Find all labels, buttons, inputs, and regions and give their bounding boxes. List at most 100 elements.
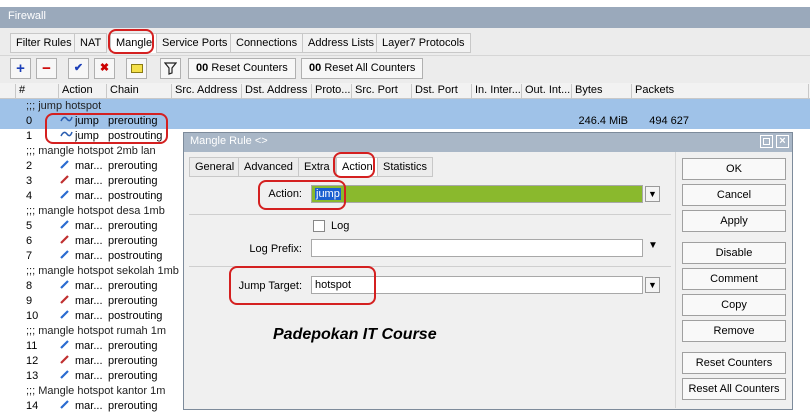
close-icon[interactable]: × [776, 135, 789, 148]
comment-text: ;;; Mangle hotspot kantor 1m [26, 385, 166, 397]
rule-number: 8 [26, 280, 33, 292]
disable-x-icon[interactable]: ✖ [94, 58, 115, 79]
highlight-jump-rows [45, 113, 168, 144]
mark-icon [60, 174, 74, 189]
column-header-dst-address[interactable]: Dst. Address [241, 84, 311, 98]
rule-chain: prerouting [108, 370, 158, 382]
add-icon[interactable]: + [10, 58, 31, 79]
rule-action: mar... [75, 220, 103, 232]
jump-target-dropdown-icon[interactable]: ▼ [645, 277, 660, 293]
rule-number: 11 [26, 340, 38, 352]
dialog-tab-general[interactable]: General [189, 157, 241, 177]
rule-action: mar... [75, 400, 103, 412]
mark-icon [60, 339, 74, 354]
disable-button[interactable]: Disable [682, 242, 786, 264]
rule-chain: postrouting [108, 310, 163, 322]
comment-note-icon[interactable] [126, 58, 147, 79]
rule-chain: prerouting [108, 220, 158, 232]
comment-text: ;;; mangle hotspot rumah 1m [26, 325, 167, 337]
tab-connections[interactable]: Connections [230, 33, 304, 53]
rule-number: 6 [26, 235, 33, 247]
tab-service-ports[interactable]: Service Ports [156, 33, 234, 53]
rule-chain: postrouting [108, 250, 163, 262]
comment-text: ;;; mangle hotspot desa 1mb [26, 205, 165, 217]
column-header-packets[interactable]: Packets [631, 84, 809, 98]
window-title: Firewall [0, 7, 810, 28]
counter-icon: 00 [309, 62, 322, 74]
rule-chain: prerouting [108, 280, 158, 292]
dialog-tab-advanced[interactable]: Advanced [238, 157, 299, 177]
rule-number: 14 [26, 400, 39, 412]
column-header-num[interactable]: # [15, 84, 58, 98]
copy-button[interactable]: Copy [682, 294, 786, 316]
highlight-mangle-tab [108, 29, 154, 54]
rule-action: mar... [75, 310, 103, 322]
dialog-tab-statistics[interactable]: Statistics [377, 157, 434, 177]
action-select[interactable]: jump [311, 185, 643, 203]
enable-check-icon[interactable]: ✔ [68, 58, 89, 79]
rule-action: mar... [75, 340, 103, 352]
tab-layer7-protocols[interactable]: Layer7 Protocols [376, 33, 471, 53]
reset-counters-dialog-button[interactable]: Reset Counters [682, 352, 786, 374]
mark-icon [60, 399, 74, 414]
tab-address-lists[interactable]: Address Lists [302, 33, 381, 53]
column-header-src-address[interactable]: Src. Address [171, 84, 241, 98]
separator [189, 214, 671, 215]
mark-icon [60, 354, 74, 369]
column-header-out-interface[interactable]: Out. Int... [521, 84, 571, 98]
rule-number: 13 [26, 370, 39, 382]
mark-icon [60, 249, 74, 264]
mark-icon [60, 369, 74, 384]
rule-chain: prerouting [108, 160, 158, 172]
apply-button[interactable]: Apply [682, 210, 786, 232]
mark-icon [60, 189, 74, 204]
rule-action: mar... [75, 355, 103, 367]
column-header-protocol[interactable]: Proto... [311, 84, 351, 98]
rule-action: mar... [75, 295, 103, 307]
highlight-action-tab [333, 152, 375, 178]
log-prefix-input[interactable] [311, 239, 643, 257]
rule-number: 0 [26, 115, 33, 127]
rule-action: mar... [75, 190, 103, 202]
column-header-bytes[interactable]: Bytes [571, 84, 631, 98]
rule-chain: prerouting [108, 400, 158, 412]
tab-filter-rules[interactable]: Filter Rules [10, 33, 78, 53]
tab-nat[interactable]: NAT [74, 33, 108, 53]
mark-icon [60, 159, 74, 174]
rule-chain: prerouting [108, 355, 158, 367]
column-header-dst-port[interactable]: Dst. Port [411, 84, 471, 98]
action-dropdown-icon[interactable]: ▼ [645, 186, 660, 202]
column-header-chain[interactable]: Chain [106, 84, 171, 98]
rule-number: 7 [26, 250, 33, 262]
rule-number: 4 [26, 190, 33, 202]
filter-funnel-icon[interactable] [160, 58, 181, 79]
column-header-in-interface[interactable]: In. Inter... [471, 84, 521, 98]
comment-row[interactable]: ;;; jump hotspot [0, 99, 810, 114]
rule-number: 10 [26, 310, 39, 322]
rule-number: 12 [26, 355, 39, 367]
column-header-action[interactable]: Action [58, 84, 106, 98]
comment-text: ;;; jump hotspot [26, 100, 102, 112]
cancel-button[interactable]: Cancel [682, 184, 786, 206]
rule-number: 5 [26, 220, 33, 232]
reset-all-counters-button[interactable]: 00 Reset All Counters [301, 58, 424, 79]
ok-button[interactable]: OK [682, 158, 786, 180]
rule-chain: prerouting [108, 175, 158, 187]
rule-number: 9 [26, 295, 33, 307]
rule-number: 3 [26, 175, 33, 187]
dialog-tab-extra[interactable]: Extra [298, 157, 336, 177]
dialog-title: Mangle Rule <> [184, 133, 792, 152]
comment-button[interactable]: Comment [682, 268, 786, 290]
reset-all-counters-dialog-button[interactable]: Reset All Counters [682, 378, 786, 400]
mark-icon [60, 234, 74, 249]
remove-button[interactable]: Remove [682, 320, 786, 342]
log-label: Log [331, 220, 350, 232]
column-header-src-port[interactable]: Src. Port [351, 84, 411, 98]
reset-counters-button[interactable]: 00 Reset Counters [188, 58, 296, 79]
highlight-jump-target [229, 266, 376, 305]
log-prefix-dropdown-icon[interactable]: ▼ [648, 240, 658, 251]
log-checkbox[interactable] [313, 220, 325, 232]
maximize-icon[interactable] [760, 135, 773, 148]
counter-icon: 00 [196, 62, 209, 74]
remove-icon[interactable]: − [36, 58, 57, 79]
